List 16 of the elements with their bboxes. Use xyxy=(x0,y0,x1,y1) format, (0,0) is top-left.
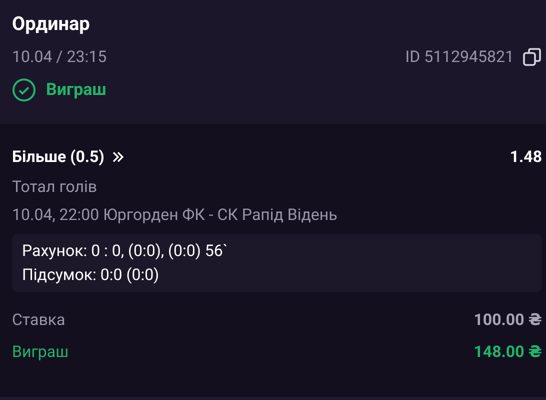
odds: 1.48 xyxy=(510,146,542,168)
selection-name: Більше (0.5) xyxy=(12,146,104,168)
status-label: Виграш xyxy=(46,79,106,101)
market-name: Тотал голів xyxy=(12,176,98,198)
summary-label: Виграш xyxy=(12,341,69,363)
summary-amount: 148.00 ₴ xyxy=(474,341,542,363)
event-info: 10.04, 22:00 Юргорден ФК - СК Рапід Відень xyxy=(12,204,338,226)
score-line: Підсумок: 0:0 (0:0) xyxy=(22,264,160,286)
score-line: Рахунок: 0 : 0, (0:0), (0:0) 56` xyxy=(22,240,229,262)
bet-datetime: 10.04 / 23:15 xyxy=(12,46,107,68)
summary-label: Ставка xyxy=(12,309,66,331)
summary-amount: 100.00 ₴ xyxy=(474,309,542,331)
double-chevron-icon[interactable] xyxy=(112,151,124,163)
copy-icon[interactable] xyxy=(522,47,542,67)
bet-id: ID 5112945821 xyxy=(405,46,514,68)
bet-type-title: Ординар xyxy=(12,12,91,36)
